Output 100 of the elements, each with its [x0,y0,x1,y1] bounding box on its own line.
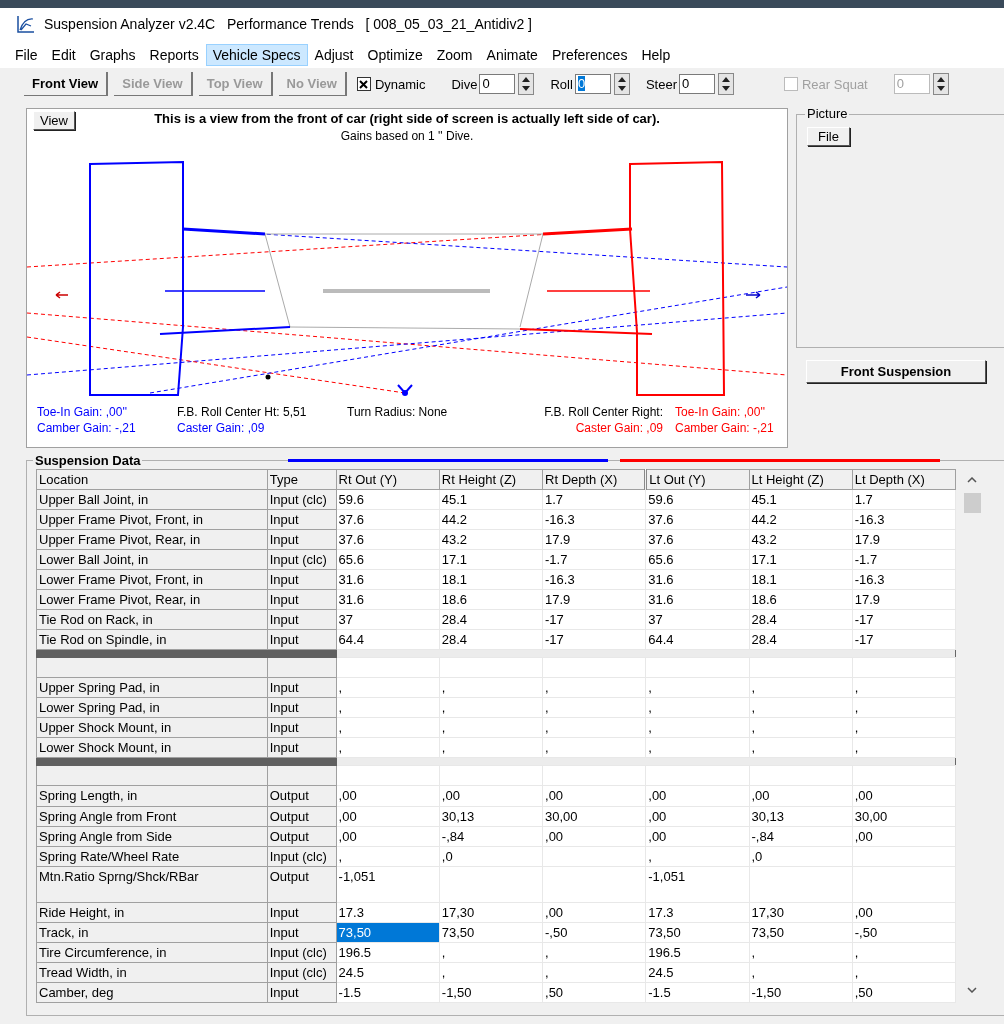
value-cell[interactable]: ,00 [336,785,440,806]
value-cell[interactable]: 59.6 [645,489,749,510]
view-tab[interactable]: Front View [24,72,109,96]
menu-item[interactable]: Graphs [82,44,143,66]
value-cell[interactable]: ,0 [749,846,853,867]
file-button[interactable]: File [807,127,850,146]
value-cell[interactable]: , [749,717,853,738]
value-cell[interactable]: ,00 [336,806,440,827]
value-cell[interactable]: 28.4 [749,609,853,630]
value-cell[interactable]: , [336,717,440,738]
value-cell[interactable]: , [439,697,543,718]
value-cell[interactable]: 43.2 [439,529,543,550]
value-cell[interactable]: 31.6 [336,589,440,610]
value-cell[interactable]: 45.1 [439,489,543,510]
scroll-down-icon[interactable] [967,987,977,993]
value-cell[interactable]: 44.2 [439,509,543,530]
value-cell[interactable]: ,00 [336,826,440,847]
value-cell[interactable]: 44.2 [749,509,853,530]
value-cell[interactable]: -16.3 [852,569,956,590]
value-cell[interactable]: -,50 [542,922,646,943]
menu-item[interactable]: Preferences [544,44,635,66]
value-cell[interactable]: ,00 [542,785,646,806]
menu-item[interactable]: Help [634,44,678,66]
value-cell[interactable]: 59.6 [336,489,440,510]
value-cell[interactable]: -17 [852,609,956,630]
value-cell[interactable]: ,00 [645,806,749,827]
menu-item[interactable]: Edit [44,44,83,66]
value-cell[interactable]: 17.9 [852,589,956,610]
value-cell[interactable]: , [439,717,543,738]
value-cell[interactable]: , [439,737,543,758]
value-cell[interactable]: , [852,717,956,738]
value-cell[interactable]: 28.4 [439,629,543,650]
value-cell[interactable]: -1,50 [439,982,543,1003]
value-cell[interactable]: -,50 [852,922,956,943]
value-cell[interactable]: 17.3 [645,902,749,923]
scroll-thumb[interactable] [963,493,981,513]
value-cell[interactable]: 37.6 [645,509,749,530]
value-cell[interactable]: -,84 [439,826,543,847]
value-cell[interactable]: 1.7 [542,489,646,510]
value-cell[interactable]: -1,051 [336,866,440,903]
value-cell[interactable]: , [852,737,956,758]
value-cell[interactable]: , [439,942,543,963]
value-cell[interactable]: , [439,677,543,698]
value-cell[interactable]: 43.2 [749,529,853,550]
value-cell[interactable]: , [749,697,853,718]
value-cell[interactable]: -17 [852,629,956,650]
value-cell[interactable]: , [645,846,749,867]
value-cell[interactable]: , [439,962,543,983]
value-cell[interactable]: ,0 [439,846,543,867]
value-cell[interactable]: 17.9 [852,529,956,550]
value-cell[interactable]: , [852,677,956,698]
spin-arrows-icon[interactable] [932,73,949,95]
value-cell[interactable]: -1.5 [645,982,749,1003]
menu-item[interactable]: Zoom [429,44,480,66]
value-cell[interactable]: 18.6 [439,589,543,610]
value-cell[interactable]: 17,30 [749,902,853,923]
value-cell[interactable]: 18.1 [749,569,853,590]
value-cell[interactable]: 37 [336,609,440,630]
value-cell[interactable]: -1,50 [749,982,853,1003]
value-cell[interactable]: ,00 [852,826,956,847]
value-cell[interactable]: 196.5 [645,942,749,963]
value-cell[interactable]: ,00 [439,785,543,806]
value-cell[interactable]: ,00 [542,826,646,847]
value-cell[interactable]: 65.6 [336,549,440,570]
value-cell[interactable]: 18.1 [439,569,543,590]
menu-item[interactable]: Reports [142,44,206,66]
value-cell[interactable]: , [749,677,853,698]
view-button[interactable]: View [33,111,75,130]
value-cell[interactable]: , [542,697,646,718]
value-cell[interactable]: 28.4 [749,629,853,650]
value-cell[interactable]: -17 [542,609,646,630]
value-cell[interactable]: ,00 [852,785,956,806]
spin-arrows-icon[interactable] [613,73,630,95]
value-cell[interactable]: 24.5 [645,962,749,983]
menu-item[interactable]: File [8,44,45,66]
menu-item[interactable]: Vehicle Specs [205,44,308,66]
value-cell[interactable]: 37 [645,609,749,630]
value-cell[interactable]: ,00 [645,785,749,806]
value-cell[interactable]: 17.1 [749,549,853,570]
value-cell[interactable]: , [749,737,853,758]
number-field[interactable]: 0 [479,74,516,94]
front-suspension-button[interactable]: Front Suspension [806,360,986,383]
value-cell[interactable]: , [542,677,646,698]
value-cell[interactable]: ,00 [749,785,853,806]
value-cell[interactable]: -,84 [749,826,853,847]
value-cell[interactable]: 30,00 [852,806,956,827]
value-cell[interactable]: 64.4 [336,629,440,650]
value-cell[interactable]: -16.3 [542,509,646,530]
value-cell[interactable]: , [336,846,440,867]
value-cell[interactable]: -1.7 [852,549,956,570]
value-cell[interactable]: , [542,962,646,983]
value-cell[interactable]: , [645,677,749,698]
value-cell[interactable]: , [645,717,749,738]
value-cell[interactable]: 17,30 [439,902,543,923]
number-field[interactable]: 0 [678,74,715,94]
value-cell[interactable]: 30,00 [542,806,646,827]
number-field[interactable]: 0 [574,74,611,94]
value-cell[interactable]: -1.5 [336,982,440,1003]
value-cell[interactable]: ,50 [542,982,646,1003]
menu-item[interactable]: Optimize [360,44,430,66]
